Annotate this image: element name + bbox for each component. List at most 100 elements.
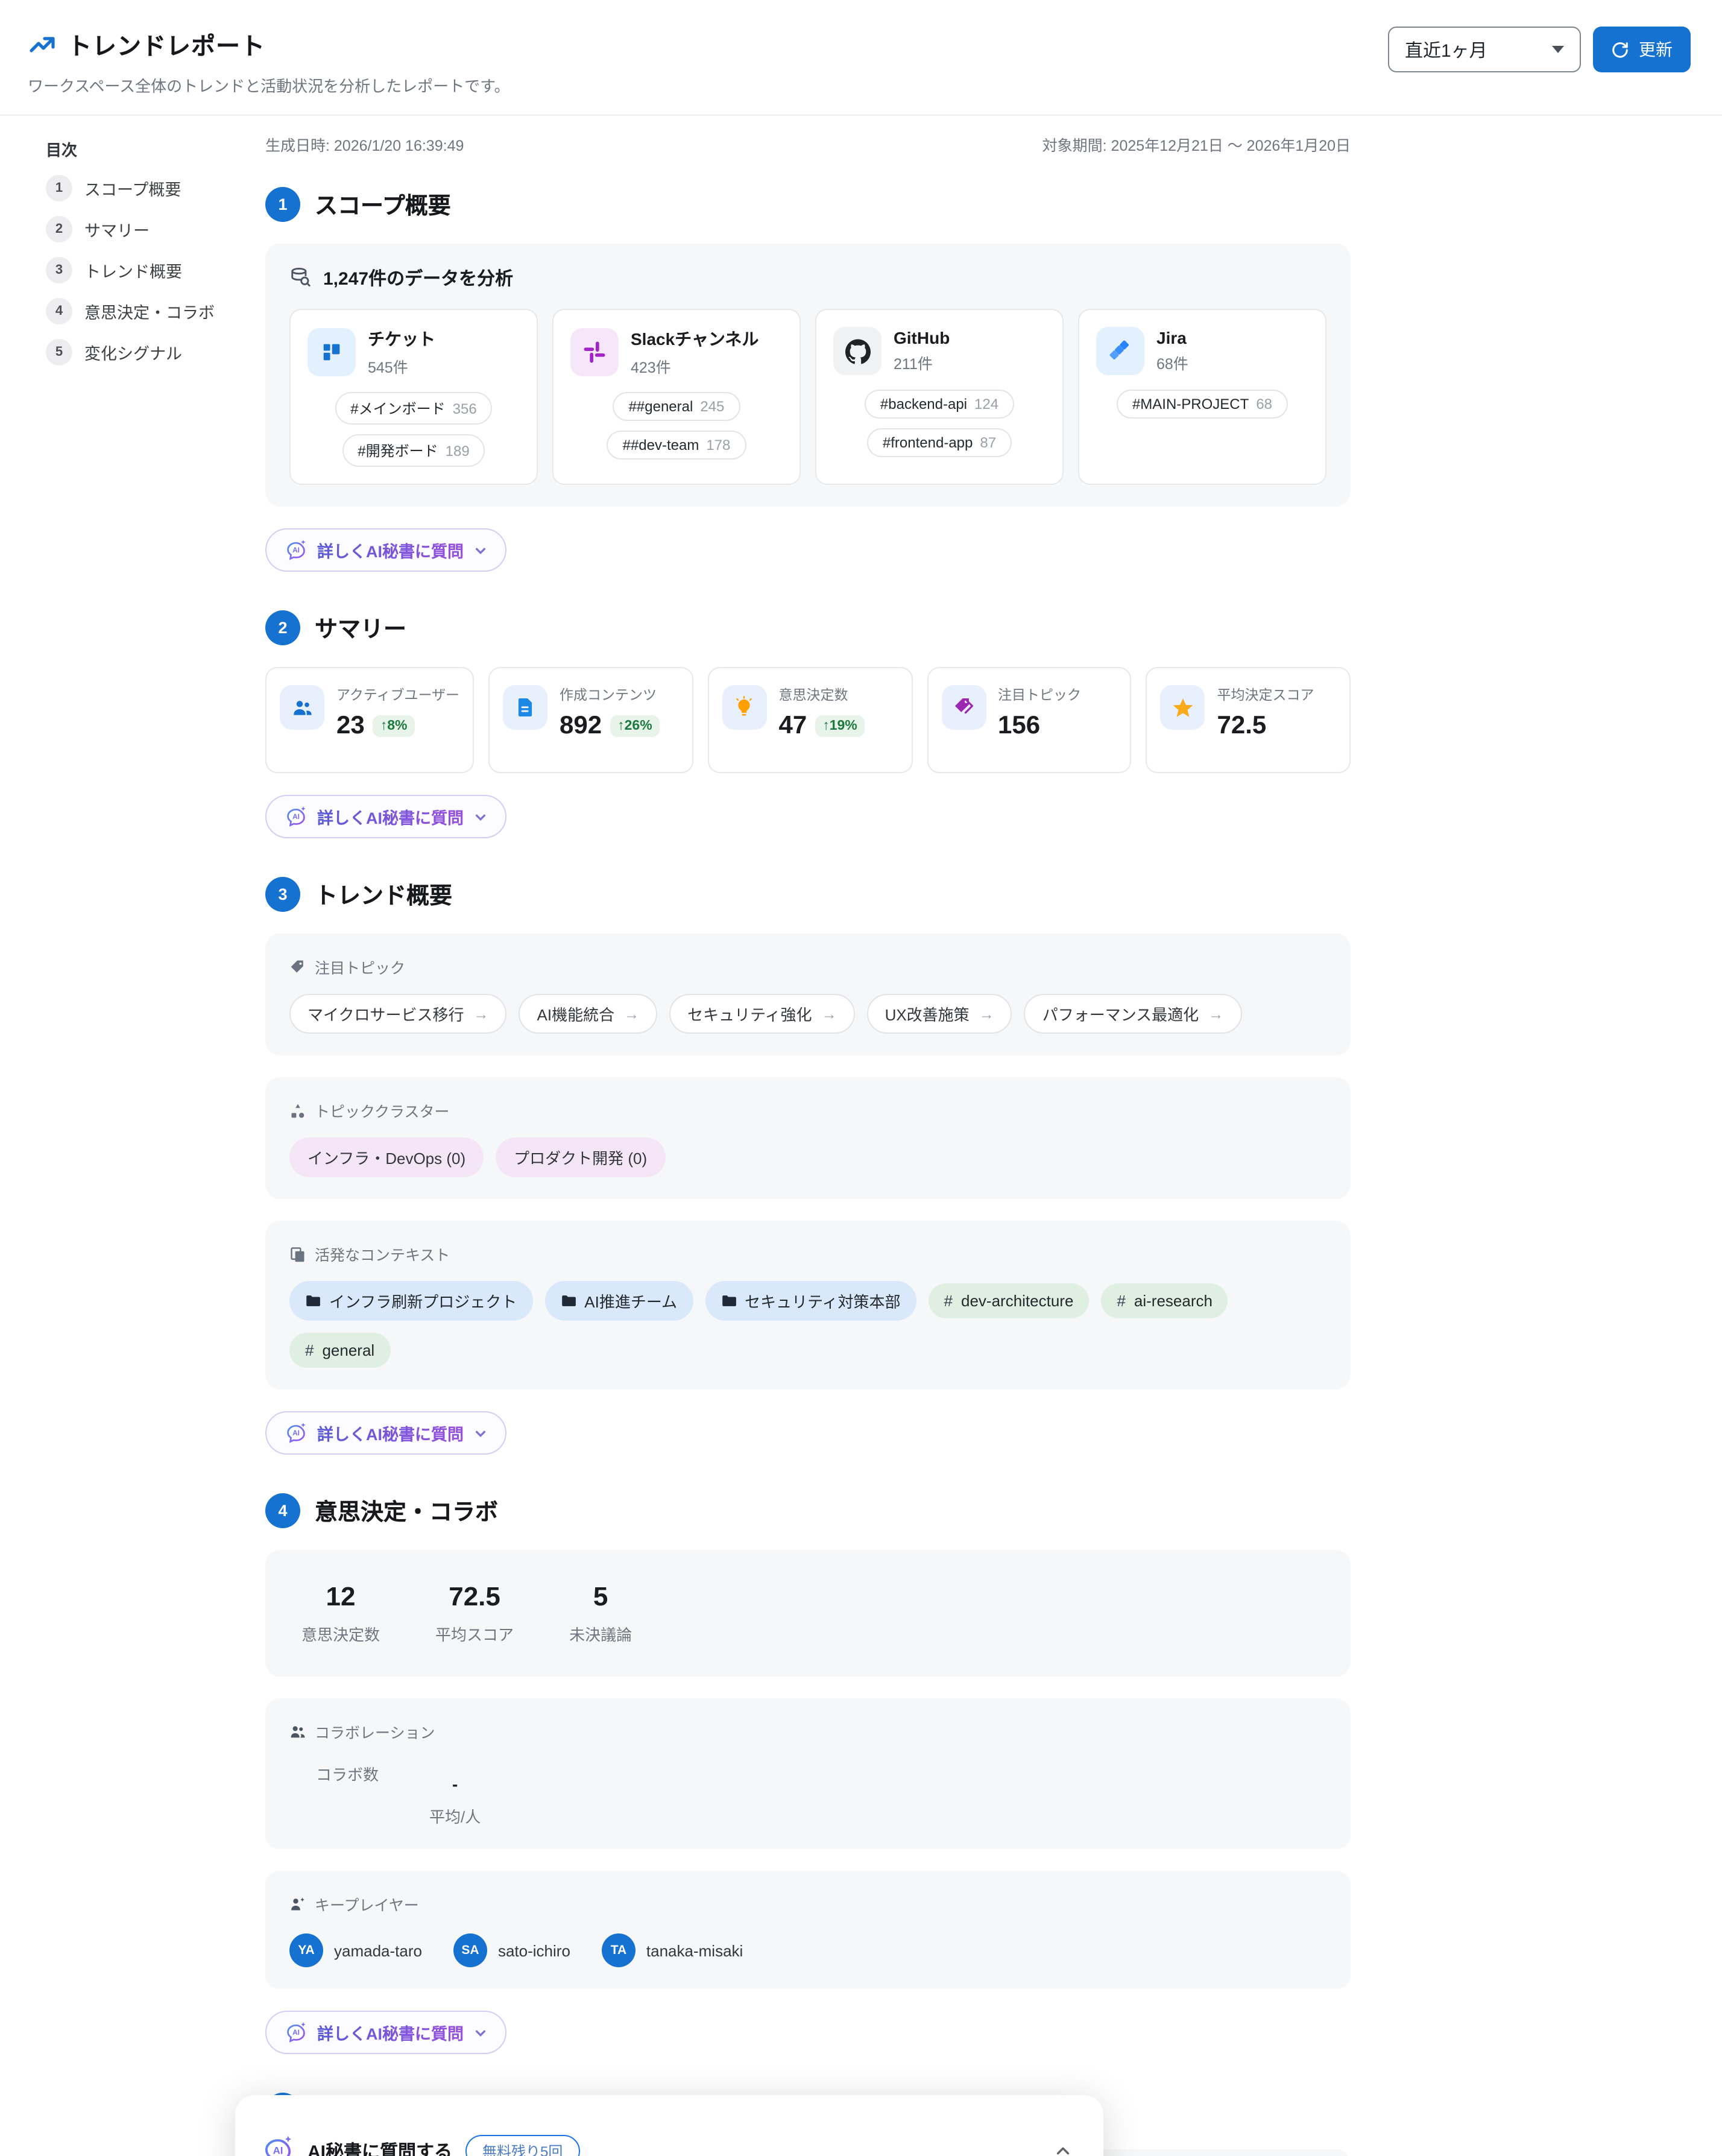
ai-bar-title: AI秘書に質問する [308, 2142, 453, 2156]
users-icon [280, 685, 324, 730]
topic-chip[interactable]: マイクロサービス移行 → [289, 994, 507, 1034]
page-subtitle: ワークスペース全体のトレンドと活動状況を分析したレポートです。 [28, 77, 510, 95]
cluster-chip[interactable]: プロダクト開発 (0) [496, 1137, 666, 1177]
context-channel-chip[interactable]: # general [289, 1333, 391, 1368]
topic-chip[interactable]: セキュリティ強化 → [669, 994, 855, 1034]
toc-item-decision[interactable]: 4 意思決定・コラボ [46, 298, 265, 324]
period-select-value: 直近1ヶ月 [1405, 40, 1487, 61]
folder-icon [721, 1293, 736, 1309]
toc-title: 目次 [46, 141, 78, 159]
folder-icon [305, 1293, 321, 1309]
copy-icon [289, 1245, 306, 1262]
context-folder-chip[interactable]: セキュリティ対策本部 [705, 1281, 916, 1321]
hash-icon: # [305, 1341, 314, 1359]
toc-item-trend[interactable]: 3 トレンド概要 [46, 257, 265, 283]
chevron-down-icon [473, 2026, 487, 2039]
ai-chat-icon: AI [285, 1421, 308, 1444]
users-small-icon [289, 1723, 306, 1740]
section-number-badge: 2 [265, 610, 300, 645]
kpi-card-score: 平均決定スコア 72.5 [1146, 667, 1351, 773]
svg-text:AI: AI [273, 2145, 283, 2156]
svg-text:AI: AI [292, 1428, 300, 1437]
collapse-button[interactable] [1049, 2137, 1077, 2156]
chevron-down-icon [473, 1426, 487, 1440]
section-decision: 4 意思決定・コラボ 12 意思決定数 72.5 平均スコア 5 未決議論 コラ… [265, 1493, 1351, 2054]
kpi-card-content: 作成コンテンツ 892 ↑26% [488, 667, 693, 773]
hash-icon: # [944, 1292, 953, 1310]
analyzed-count: 1,247件のデータを分析 [323, 269, 514, 289]
context-folder-chip[interactable]: インフラ刷新プロジェクト [289, 1281, 533, 1321]
section-scope: 1 スコープ概要 1,247件のデータを分析 チケット 545件 #メインボード… [265, 187, 1351, 572]
channel-chip: ##general 245 [613, 392, 740, 421]
context-folder-chip[interactable]: AI推進チーム [544, 1281, 693, 1321]
repo-chip: #frontend-app 87 [866, 428, 1012, 457]
document-icon [503, 685, 548, 730]
toc-item-scope[interactable]: 1 スコープ概要 [46, 175, 265, 201]
refresh-button[interactable]: 更新 [1593, 27, 1691, 72]
cluster-icon [289, 1102, 306, 1119]
section-number-badge: 3 [265, 877, 300, 912]
avatar: SA [453, 1933, 487, 1967]
context-channel-chip[interactable]: # ai-research [1101, 1283, 1228, 1318]
collaboration-panel: コラボレーション コラボ数 - 平均/人 [265, 1698, 1351, 1849]
section-number-badge: 1 [265, 187, 300, 222]
toc-item-signals[interactable]: 5 変化シグナル [46, 339, 265, 365]
delta-badge: ↑8% [373, 715, 415, 737]
topic-clusters-panel: トピッククラスター インフラ・DevOps (0) プロダクト開発 (0) [265, 1077, 1351, 1199]
source-card-github: GitHub 211件 #backend-api 124 #frontend-ap… [815, 309, 1064, 485]
context-channel-chip[interactable]: # dev-architecture [928, 1283, 1090, 1318]
cluster-chip[interactable]: インフラ・DevOps (0) [289, 1137, 484, 1177]
decision-stats-panel: 12 意思決定数 72.5 平均スコア 5 未決議論 [265, 1550, 1351, 1677]
ai-chat-icon: AI [285, 2021, 308, 2044]
kpi-card-topics: 注目トピック 156 [927, 667, 1132, 773]
collab-count-label: コラボ数 [316, 1766, 379, 1784]
ask-ai-button[interactable]: AI 詳しくAI秘書に質問 [265, 1411, 506, 1455]
stat-decisions: 12 意思決定数 [301, 1581, 380, 1644]
ask-ai-button[interactable]: AI 詳しくAI秘書に質問 [265, 2011, 506, 2054]
source-card-tickets: チケット 545件 #メインボード 356 #開発ボード 189 [289, 309, 538, 485]
slack-icon [570, 328, 619, 376]
key-player: SA sato-ichiro [453, 1933, 570, 1967]
kpi-card-active-users: アクティブユーザー 23 ↑8% [265, 667, 475, 773]
github-icon [833, 327, 882, 375]
chevron-up-icon [1056, 2146, 1070, 2154]
delta-badge: ↑26% [610, 715, 660, 737]
stat-avg-score: 72.5 平均スコア [435, 1581, 514, 1644]
ai-chat-icon: AI [262, 2134, 294, 2156]
svg-text:AI: AI [292, 2028, 300, 2036]
free-remaining-badge: 無料残り5回 [465, 2134, 580, 2156]
caret-down-icon [1552, 46, 1564, 53]
repo-chip: #backend-api 124 [864, 390, 1015, 419]
source-card-slack: Slackチャンネル 423件 ##general 245 ##dev-team 1… [552, 309, 801, 485]
topic-chip[interactable]: AI機能統合 → [519, 994, 658, 1034]
topic-chip[interactable]: UX改善施策 → [866, 994, 1012, 1034]
kanban-icon [308, 328, 356, 376]
key-player: TA tanaka-misaki [601, 1933, 743, 1967]
toc-item-summary[interactable]: 2 サマリー [46, 216, 265, 242]
target-period: 対象期間: 2025年12月21日 〜 2026年1月20日 [1042, 138, 1351, 154]
period-select[interactable]: 直近1ヶ月 [1388, 27, 1581, 72]
svg-text:AI: AI [292, 545, 300, 554]
tag-icon [941, 685, 986, 730]
scope-panel: 1,247件のデータを分析 チケット 545件 #メインボード 356 #開発ボ… [265, 244, 1351, 507]
topic-chip[interactable]: パフォーマンス最適化 → [1024, 994, 1242, 1034]
ask-ai-button[interactable]: AI 詳しくAI秘書に質問 [265, 528, 506, 572]
chevron-down-icon [473, 810, 487, 823]
delta-badge: ↑19% [815, 715, 865, 737]
avatar: TA [601, 1933, 636, 1967]
tag-small-icon [289, 958, 306, 975]
ai-assistant-bar[interactable]: AI AI秘書に質問する 無料残り5回 [235, 2095, 1103, 2156]
table-of-contents: 目次 1 スコープ概要 2 サマリー 3 トレンド概要 4 意思決定・コラボ 5… [0, 116, 265, 2156]
avatar: YA [289, 1933, 323, 1967]
channel-chip: ##dev-team 178 [607, 431, 746, 460]
ai-chat-icon: AI [285, 805, 308, 828]
section-title-summary: サマリー [315, 618, 407, 643]
key-player: YA yamada-taro [289, 1933, 422, 1967]
section-title-scope: スコープ概要 [315, 194, 451, 220]
refresh-icon [1611, 40, 1629, 58]
lightbulb-icon [722, 685, 767, 730]
chevron-down-icon [473, 543, 487, 557]
ask-ai-button[interactable]: AI 詳しくAI秘書に質問 [265, 795, 506, 838]
generated-datetime: 生成日時: 2026/1/20 16:39:49 [265, 138, 464, 154]
project-chip: #MAIN-PROJECT 68 [1116, 390, 1288, 419]
